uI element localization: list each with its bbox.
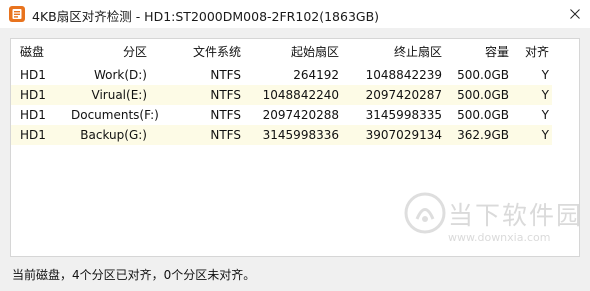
close-button[interactable] (560, 0, 590, 28)
cell-aligned: Y (541, 108, 549, 122)
cell-end-sector: 3907029134 (365, 128, 442, 142)
cell-end-sector: 3145998335 (365, 108, 442, 122)
column-header-aligned[interactable]: 对齐 (513, 42, 549, 62)
cell-filesystem: NTFS (210, 88, 241, 102)
column-header-filesystem[interactable]: 文件系统 (161, 42, 241, 62)
watermark-url: www.downxia.com (448, 231, 551, 244)
app-logo-icon (9, 6, 25, 22)
table-row[interactable]: HD1 Work(D:) NTFS 264192 1048842239 500.… (11, 65, 552, 85)
column-header-partition[interactable]: 分区 (71, 42, 147, 62)
cell-filesystem: NTFS (210, 128, 241, 142)
watermark-logo-icon (404, 192, 446, 234)
column-header-capacity[interactable]: 容量 (451, 42, 509, 62)
cell-aligned: Y (541, 68, 549, 82)
column-header-start-sector[interactable]: 起始扇区 (251, 42, 339, 62)
cell-partition: Backup(G:) (80, 128, 147, 142)
title-bar: 4KB扇区对齐检测 - HD1:ST2000DM008-2FR102(1863G… (0, 0, 590, 28)
column-header-disk[interactable]: 磁盘 (20, 42, 60, 62)
watermark-name: 当下软件园 (448, 201, 584, 230)
cell-start-sector: 1048842240 (262, 88, 339, 102)
cell-aligned: Y (541, 128, 549, 142)
cell-partition: Work(D:) (93, 68, 147, 82)
cell-end-sector: 2097420287 (365, 88, 442, 102)
column-header-end-sector[interactable]: 终止扇区 (351, 42, 442, 62)
cell-capacity: 500.0GB (457, 68, 509, 82)
cell-start-sector: 2097420288 (262, 108, 339, 122)
table-row[interactable]: HD1 Virual(E:) NTFS 1048842240 209742028… (11, 85, 552, 105)
table-row[interactable]: HD1 Backup(G:) NTFS 3145998336 390702913… (11, 125, 552, 145)
watermark: 当下软件园 www.downxia.com (402, 190, 582, 270)
cell-filesystem: NTFS (210, 108, 241, 122)
close-icon (570, 9, 580, 19)
cell-disk: HD1 (20, 88, 46, 102)
cell-disk: HD1 (20, 108, 46, 122)
cell-partition: Virual(E:) (91, 88, 148, 102)
cell-aligned: Y (541, 88, 549, 102)
cell-disk: HD1 (20, 128, 46, 142)
cell-start-sector: 264192 (293, 68, 339, 82)
cell-end-sector: 1048842239 (365, 68, 442, 82)
table-row[interactable]: HD1 Documents(F:) NTFS 2097420288 314599… (11, 105, 552, 125)
cell-filesystem: NTFS (210, 68, 241, 82)
cell-start-sector: 3145998336 (262, 128, 339, 142)
cell-partition: Documents(F:) (71, 108, 159, 122)
cell-capacity: 362.9GB (457, 128, 509, 142)
cell-disk: HD1 (20, 68, 46, 82)
cell-capacity: 500.0GB (457, 108, 509, 122)
cell-capacity: 500.0GB (457, 88, 509, 102)
list-header: 磁盘 分区 文件系统 起始扇区 终止扇区 容量 对齐 (11, 42, 567, 62)
window-title: 4KB扇区对齐检测 - HD1:ST2000DM008-2FR102(1863G… (32, 9, 380, 24)
status-text: 当前磁盘，4个分区已对齐，0个分区未对齐。 (12, 268, 256, 282)
